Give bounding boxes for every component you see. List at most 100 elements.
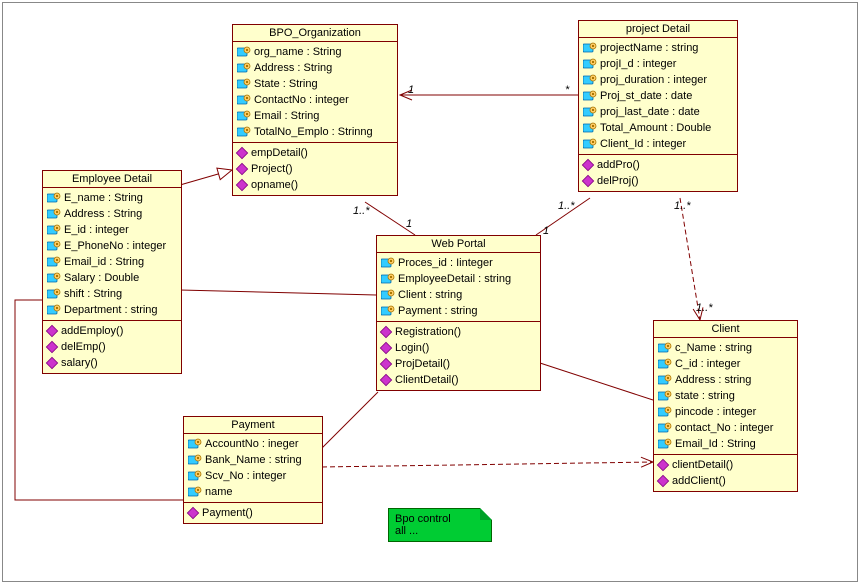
attribute-text: proj_last_date : date <box>600 104 700 120</box>
attribute-text: Proces_id : Iinteger <box>398 255 493 271</box>
attribute-text: Email_id : String <box>64 254 144 270</box>
operations-section: Payment() <box>184 503 322 523</box>
attribute-row: Proces_id : Iinteger <box>377 255 540 271</box>
class-payment[interactable]: Payment AccountNo : inegerBank_Name : st… <box>183 416 323 524</box>
operation-row: opname() <box>233 177 397 193</box>
operations-section: addEmploy()delEmp()salary() <box>43 321 181 373</box>
operation-text: delEmp() <box>61 339 106 355</box>
operation-row: addClient() <box>654 473 797 489</box>
attribute-row: projI_d : integer <box>579 56 737 72</box>
attribute-row: Department : string <box>43 302 181 318</box>
attribute-row: State : String <box>233 76 397 92</box>
attribute-row: Address : String <box>43 206 181 222</box>
attribute-row: Address : string <box>654 372 797 388</box>
attribute-row: c_Name : string <box>654 340 797 356</box>
multiplicity-label: 1..* <box>674 200 691 212</box>
attribute-text: EmployeeDetail : string <box>398 271 511 287</box>
attribute-text: Address : String <box>254 60 332 76</box>
operation-row: addPro() <box>579 157 737 173</box>
attribute-text: Client_Id : integer <box>600 136 686 152</box>
attribute-row: E_PhoneNo : integer <box>43 238 181 254</box>
class-title: Web Portal <box>377 236 540 253</box>
attribute-row: E_name : String <box>43 190 181 206</box>
operation-text: addEmploy() <box>61 323 123 339</box>
operation-text: addClient() <box>672 473 726 489</box>
class-title: Payment <box>184 417 322 434</box>
multiplicity-label: 1..* <box>696 302 713 314</box>
operation-text: Payment() <box>202 505 253 521</box>
attribute-text: ContactNo : integer <box>254 92 349 108</box>
class-title: Employee Detail <box>43 171 181 188</box>
attribute-row: org_name : String <box>233 44 397 60</box>
operation-text: empDetail() <box>251 145 308 161</box>
attributes-section: AccountNo : inegerBank_Name : stringScv_… <box>184 434 322 503</box>
attribute-row: pincode : integer <box>654 404 797 420</box>
operation-row: delProj() <box>579 173 737 189</box>
attribute-text: Payment : string <box>398 303 477 319</box>
operation-text: addPro() <box>597 157 640 173</box>
operation-text: Registration() <box>395 324 461 340</box>
attribute-row: TotalNo_Emplo : Strinng <box>233 124 397 140</box>
attributes-section: c_Name : stringC_id : integerAddress : s… <box>654 338 797 455</box>
operation-row: delEmp() <box>43 339 181 355</box>
operation-text: Project() <box>251 161 293 177</box>
attribute-text: pincode : integer <box>675 404 756 420</box>
operation-text: opname() <box>251 177 298 193</box>
attribute-text: name <box>205 484 233 500</box>
operation-row: ProjDetail() <box>377 356 540 372</box>
attribute-row: shift : String <box>43 286 181 302</box>
attribute-row: Total_Amount : Double <box>579 120 737 136</box>
operation-text: delProj() <box>597 173 639 189</box>
operations-section: clientDetail()addClient() <box>654 455 797 491</box>
attribute-row: Client : string <box>377 287 540 303</box>
attribute-text: Scv_No : integer <box>205 468 286 484</box>
attribute-text: projectName : string <box>600 40 698 56</box>
class-web-portal[interactable]: Web Portal Proces_id : IintegerEmployeeD… <box>376 235 541 391</box>
class-project-detail[interactable]: project Detail projectName : stringprojI… <box>578 20 738 192</box>
attribute-text: Address : String <box>64 206 142 222</box>
multiplicity-label: * <box>565 84 569 96</box>
class-client[interactable]: Client c_Name : stringC_id : integerAddr… <box>653 320 798 492</box>
operations-section: addPro()delProj() <box>579 155 737 191</box>
attribute-text: AccountNo : ineger <box>205 436 299 452</box>
attribute-row: Salary : Double <box>43 270 181 286</box>
class-bpo-organization[interactable]: BPO_Organization org_name : StringAddres… <box>232 24 398 196</box>
operation-row: ClientDetail() <box>377 372 540 388</box>
operation-row: Login() <box>377 340 540 356</box>
attribute-row: Scv_No : integer <box>184 468 322 484</box>
operation-text: ClientDetail() <box>395 372 459 388</box>
multiplicity-label: 1 <box>406 218 412 230</box>
operations-section: empDetail()Project()opname() <box>233 143 397 195</box>
attribute-text: shift : String <box>64 286 122 302</box>
attribute-text: Address : string <box>675 372 751 388</box>
attribute-row: contact_No : integer <box>654 420 797 436</box>
operations-section: Registration()Login()ProjDetail()ClientD… <box>377 322 540 390</box>
attribute-row: Payment : string <box>377 303 540 319</box>
attribute-text: C_id : integer <box>675 356 740 372</box>
attribute-row: Address : String <box>233 60 397 76</box>
attribute-text: Client : string <box>398 287 462 303</box>
attributes-section: Proces_id : IintegerEmployeeDetail : str… <box>377 253 540 322</box>
attribute-row: Email : String <box>233 108 397 124</box>
attribute-row: C_id : integer <box>654 356 797 372</box>
operation-text: salary() <box>61 355 98 371</box>
attribute-text: Email_Id : String <box>675 436 756 452</box>
attributes-section: org_name : StringAddress : StringState :… <box>233 42 397 143</box>
attribute-row: Bank_Name : string <box>184 452 322 468</box>
attribute-text: E_name : String <box>64 190 143 206</box>
class-title: project Detail <box>579 21 737 38</box>
attribute-text: Department : string <box>64 302 158 318</box>
attribute-row: AccountNo : ineger <box>184 436 322 452</box>
attribute-row: projectName : string <box>579 40 737 56</box>
attribute-text: State : String <box>254 76 318 92</box>
attribute-text: contact_No : integer <box>675 420 773 436</box>
note-box[interactable]: Bpo control all ... <box>388 508 492 542</box>
class-employee-detail[interactable]: Employee Detail E_name : StringAddress :… <box>42 170 182 374</box>
note-fold-corner <box>480 508 492 520</box>
attribute-text: Total_Amount : Double <box>600 120 711 136</box>
attribute-text: Proj_st_date : date <box>600 88 692 104</box>
attribute-row: proj_last_date : date <box>579 104 737 120</box>
operation-row: clientDetail() <box>654 457 797 473</box>
operation-text: Login() <box>395 340 429 356</box>
attribute-text: org_name : String <box>254 44 341 60</box>
